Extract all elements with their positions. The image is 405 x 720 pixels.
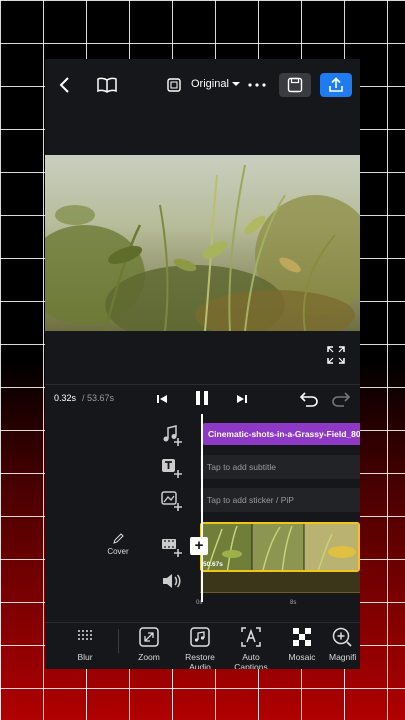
subtitle-track[interactable]: Tap to add subtitle bbox=[200, 455, 360, 479]
aspect-ratio-label[interactable]: Original bbox=[191, 78, 229, 90]
blur-icon bbox=[78, 630, 92, 640]
auto-captions-icon bbox=[241, 627, 261, 647]
playback-bar: 0.32s / 53.67s bbox=[45, 384, 360, 413]
skip-forward-icon[interactable] bbox=[236, 393, 248, 405]
redo-icon[interactable] bbox=[331, 389, 351, 409]
blur-tool[interactable]: Blur bbox=[63, 623, 107, 662]
music-clip[interactable]: Cinematic-shots-in-a-Grassy-Field_80... bbox=[202, 423, 360, 445]
clip-duration: 50.67s bbox=[203, 561, 223, 568]
bottom-toolbar: Blur Zoom Restore Audio Auto Captions Mo… bbox=[45, 622, 360, 669]
video-clip[interactable] bbox=[200, 522, 360, 572]
save-icon bbox=[287, 77, 303, 93]
cover-button[interactable]: Cover bbox=[103, 533, 133, 556]
add-sticker-icon[interactable] bbox=[161, 490, 183, 512]
video-preview[interactable] bbox=[45, 155, 360, 331]
zoom-icon bbox=[139, 627, 159, 647]
undo-icon[interactable] bbox=[299, 389, 319, 409]
fullscreen-icon[interactable] bbox=[327, 346, 347, 366]
top-bar: Original bbox=[45, 59, 360, 113]
save-draft-button[interactable] bbox=[279, 73, 311, 97]
ruler-mark: 0s bbox=[196, 600, 203, 606]
skip-back-icon[interactable] bbox=[156, 393, 168, 405]
mosaic-tool[interactable]: Mosaic bbox=[280, 623, 324, 662]
restore-audio-icon bbox=[190, 627, 210, 647]
current-time: 0.32s bbox=[54, 393, 77, 403]
cover-label: Cover bbox=[107, 547, 129, 556]
volume-icon[interactable] bbox=[161, 570, 183, 592]
more-options-icon[interactable] bbox=[247, 76, 267, 94]
upload-icon bbox=[329, 77, 343, 92]
zoom-tool[interactable]: Zoom bbox=[127, 623, 171, 662]
back-icon[interactable] bbox=[55, 75, 75, 95]
total-time: / 53.67s bbox=[82, 393, 115, 403]
original-audio-track[interactable] bbox=[200, 572, 360, 593]
add-music-icon[interactable] bbox=[161, 424, 183, 446]
pause-icon[interactable] bbox=[195, 390, 209, 406]
tutorial-book-icon[interactable] bbox=[96, 75, 118, 95]
ruler-mark: 8s bbox=[290, 600, 297, 606]
magnifier-tool[interactable]: Magnifi bbox=[329, 623, 360, 662]
restore-audio-tool[interactable]: Restore Audio bbox=[178, 623, 222, 669]
mosaic-icon bbox=[293, 628, 311, 646]
magnifier-icon bbox=[332, 627, 352, 647]
add-clip-icon[interactable] bbox=[161, 536, 183, 558]
toolbar-divider bbox=[118, 629, 119, 653]
auto-captions-tool[interactable]: Auto Captions bbox=[229, 623, 273, 669]
add-text-icon[interactable] bbox=[161, 457, 183, 479]
pencil-icon bbox=[113, 533, 124, 544]
aspect-ratio-icon[interactable] bbox=[166, 77, 182, 93]
editor-screen: Original 0.32s / 53.67s Cinematic-shots-… bbox=[45, 59, 360, 669]
chevron-down-icon[interactable] bbox=[231, 79, 241, 89]
sticker-track[interactable]: Tap to add sticker / PiP bbox=[200, 488, 360, 512]
playhead[interactable] bbox=[201, 414, 203, 602]
export-button[interactable] bbox=[320, 73, 352, 97]
add-media-button[interactable]: + bbox=[190, 537, 208, 555]
